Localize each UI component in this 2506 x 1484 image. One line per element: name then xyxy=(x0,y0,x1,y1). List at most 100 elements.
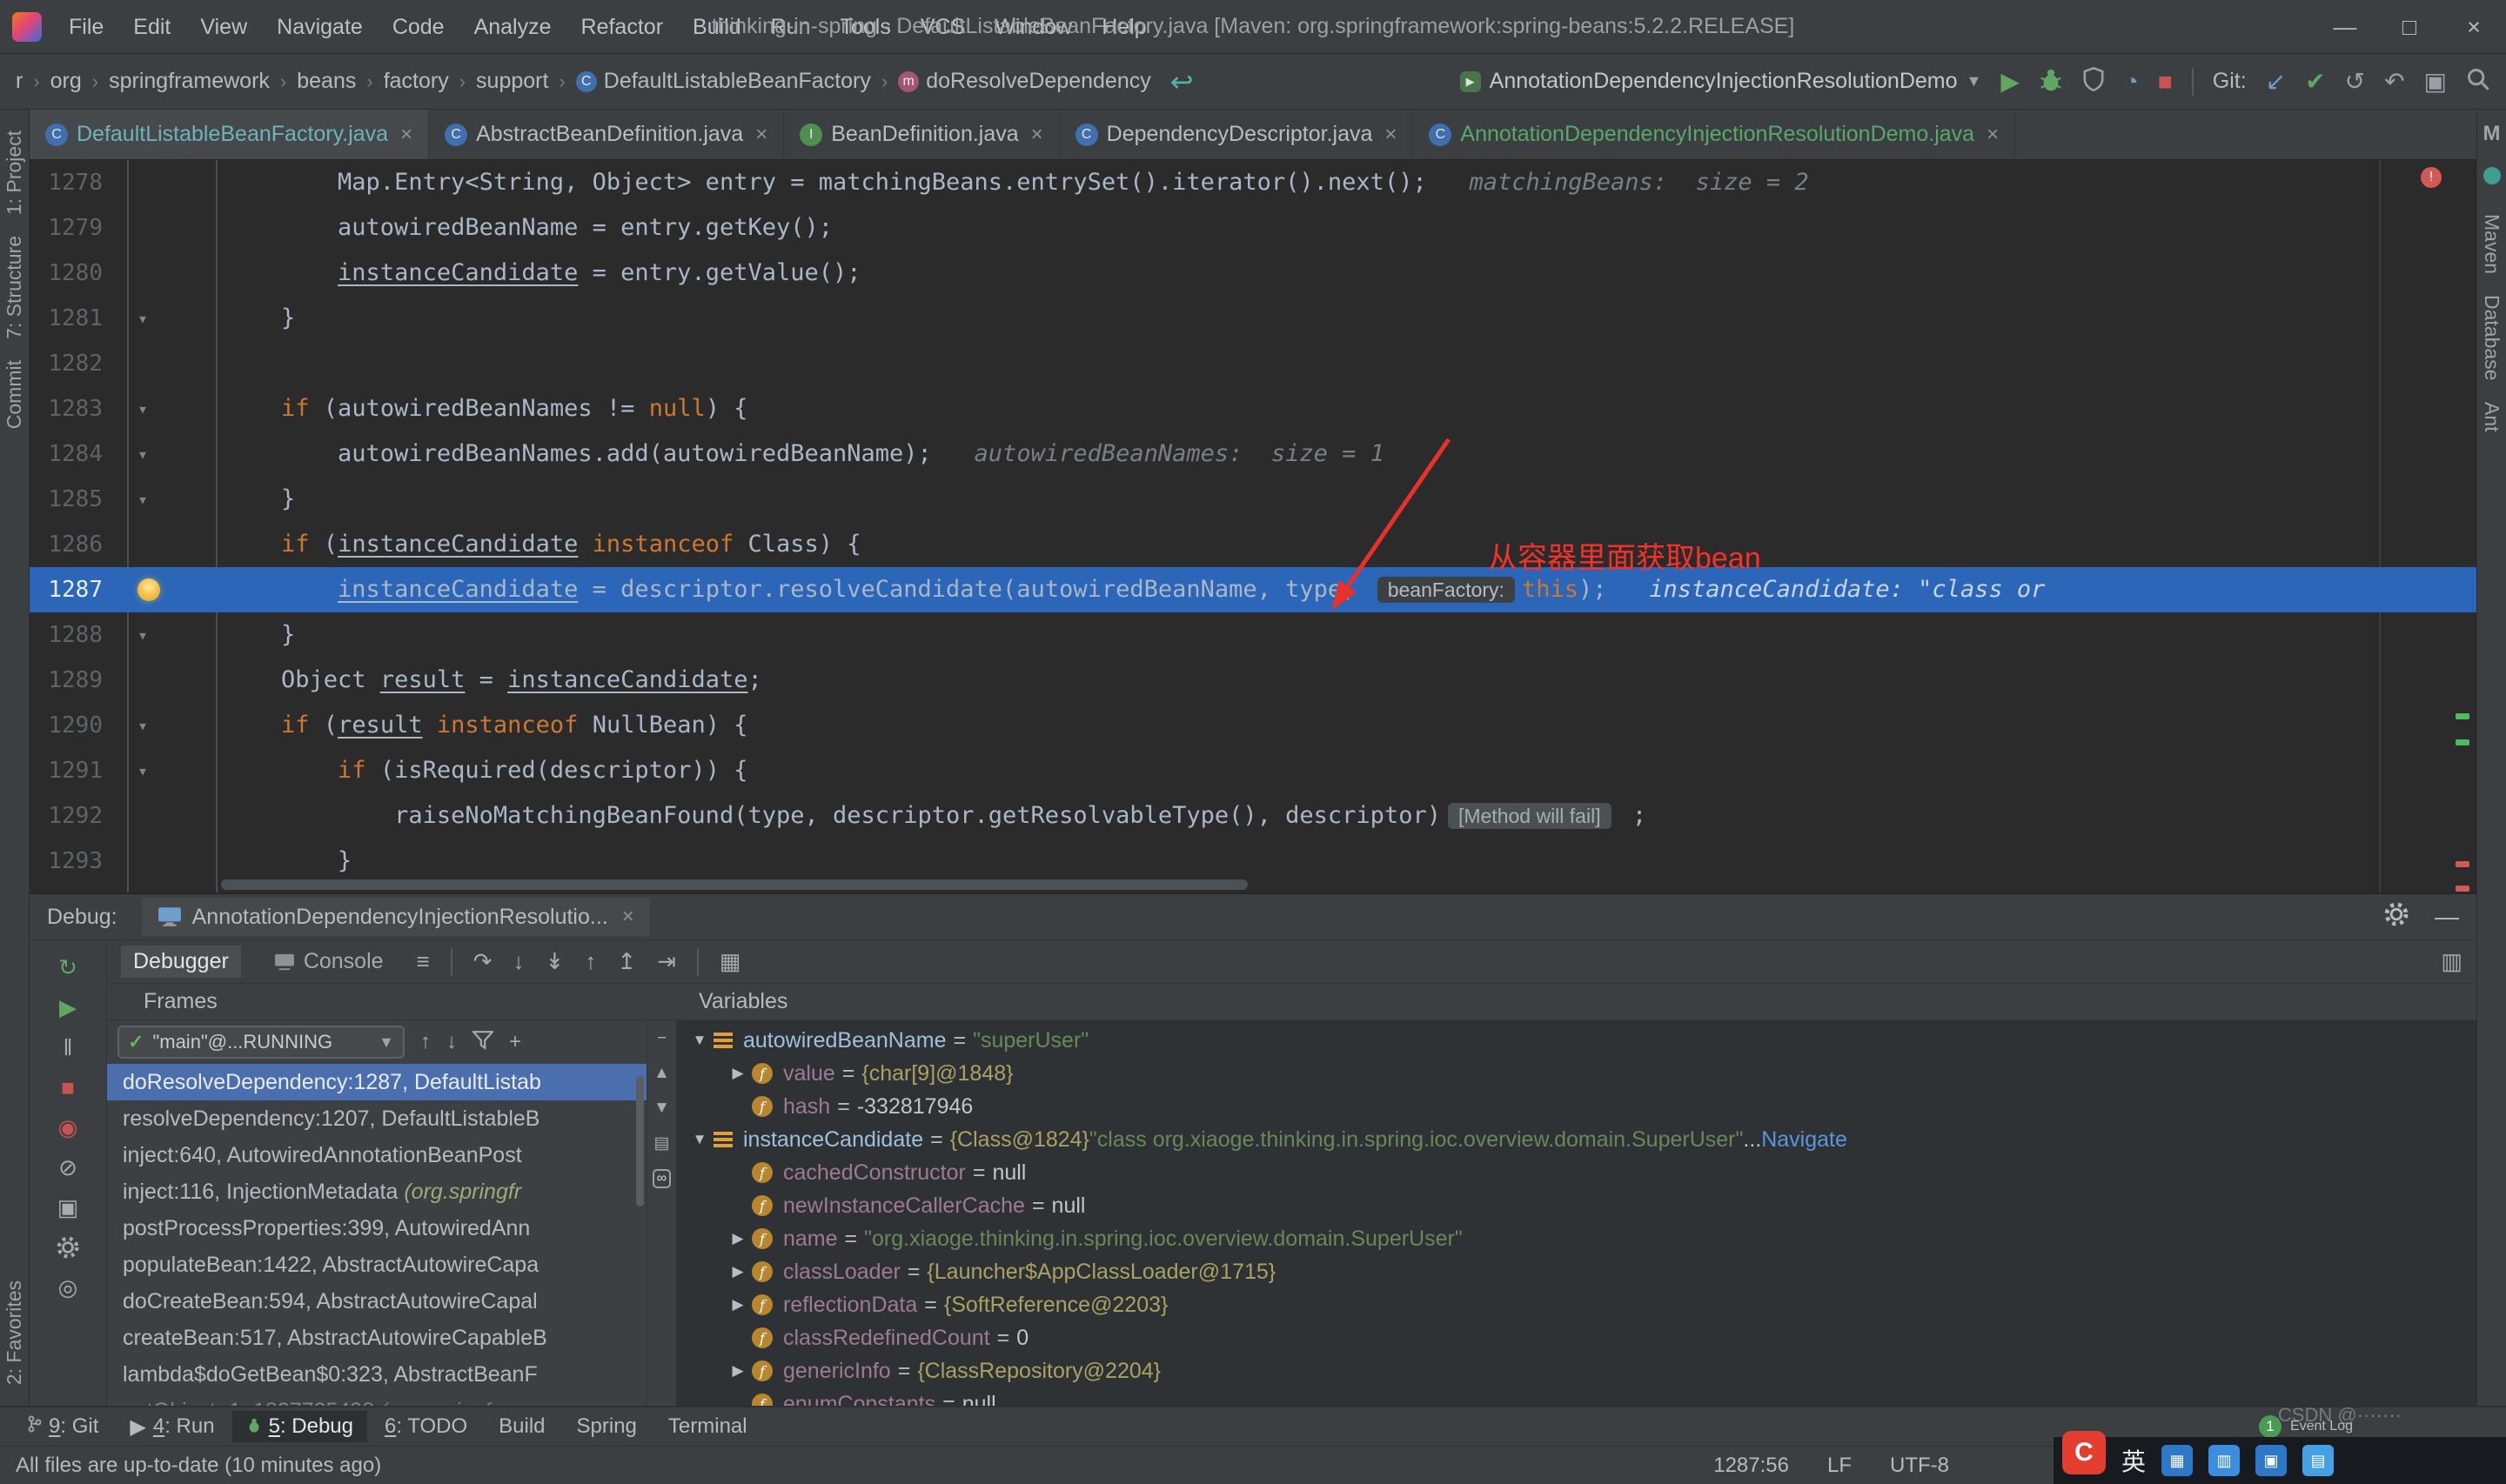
expander-icon[interactable]: ▶ xyxy=(724,1065,752,1082)
line-ending[interactable]: LF xyxy=(1827,1454,1852,1478)
expander-icon[interactable]: ▶ xyxy=(724,1296,752,1314)
code-line-1281[interactable]: 1281 ▾ } xyxy=(30,296,2476,341)
async-stacks-icon[interactable]: ∞ xyxy=(652,1169,672,1188)
code-editor[interactable]: 1278 Map.Entry<String, Object> entry = m… xyxy=(30,160,2476,892)
breadcrumb-item-springframework[interactable]: springframework xyxy=(109,69,270,94)
toolwindow-button-4-run[interactable]: ▶ 4: Run xyxy=(116,1411,228,1443)
expander-icon[interactable]: ▼ xyxy=(686,1131,714,1148)
code-line-1290[interactable]: 1290 ▾ if (result instanceof NullBean) { xyxy=(30,703,2476,748)
variable-row-name[interactable]: ▶ f name = "org.xiaoge.thinking.in.spring.io… xyxy=(677,1222,2476,1255)
menu-refactor[interactable]: Refactor xyxy=(566,0,678,54)
error-indicator-icon[interactable]: ! xyxy=(2421,167,2442,188)
collapse-icon[interactable]: − xyxy=(657,1029,667,1048)
sidebar-item-database[interactable]: Database xyxy=(2480,295,2503,380)
maximize-button[interactable]: □ xyxy=(2377,0,2442,54)
git-history-icon[interactable]: ↺ xyxy=(2345,69,2365,94)
scroll-down-icon[interactable]: ▼ xyxy=(653,1099,670,1118)
layout-menu-icon[interactable]: ≡ xyxy=(417,948,430,975)
restful-tool-icon[interactable] xyxy=(2483,167,2501,184)
toolwindow-button-terminal[interactable]: Terminal xyxy=(654,1411,761,1442)
thread-dump-icon[interactable]: ▣ xyxy=(30,1187,106,1227)
code-line-1284[interactable]: 1284 ▾ autowiredBeanNames.add(autowiredBe… xyxy=(30,431,2476,477)
editor-tab-dependencydescriptor-java[interactable]: C DependencyDescriptor.java × xyxy=(1060,110,1414,159)
code-line-1278[interactable]: 1278 Map.Entry<String, Object> entry = m… xyxy=(30,160,2476,205)
close-icon[interactable]: × xyxy=(755,123,767,147)
toolwindow-button-5-debug[interactable]: 5: Debug xyxy=(231,1411,367,1442)
breadcrumb-item-factory[interactable]: factory xyxy=(384,69,449,94)
stack-frame[interactable]: doResolveDependency:1287, DefaultListab xyxy=(107,1064,647,1100)
minimize-button[interactable]: — xyxy=(2313,0,2377,54)
variable-row-classRedefinedCount[interactable]: f classRedefinedCount = 0 xyxy=(677,1321,2476,1354)
close-icon[interactable]: × xyxy=(1384,123,1397,147)
coverage-button[interactable] xyxy=(2082,66,2105,96)
sidebar-item-2-favorites[interactable]: 2: Favorites xyxy=(3,1280,26,1385)
variable-row-cachedConstructor[interactable]: f cachedConstructor = null xyxy=(677,1156,2476,1189)
git-commit-icon[interactable]: ✔ xyxy=(2305,69,2325,94)
git-rollback-icon[interactable]: ↶ xyxy=(2384,69,2404,94)
code-line-1287[interactable]: 1287 instanceCandidate = descriptor.reso… xyxy=(30,567,2476,612)
stack-frame[interactable]: inject:116, InjectionMetadata (org.sprin… xyxy=(107,1173,647,1210)
editor-tab-beandefinition-java[interactable]: I BeanDefinition.java × xyxy=(784,110,1060,159)
code-line-1288[interactable]: 1288 ▾ } xyxy=(30,612,2476,658)
stop-icon[interactable]: ■ xyxy=(30,1067,106,1107)
resume-icon[interactable]: ▶ xyxy=(30,987,106,1027)
intention-bulb-icon[interactable] xyxy=(137,578,160,601)
code-line-1291[interactable]: 1291 ▾ if (isRequired(descriptor)) { xyxy=(30,748,2476,793)
menu-code[interactable]: Code xyxy=(378,0,459,54)
tab-debugger[interactable]: Debugger xyxy=(121,946,241,978)
close-icon[interactable]: × xyxy=(1987,123,1999,147)
step-out-icon[interactable]: ↑ xyxy=(585,948,596,975)
filter-frames-icon[interactable] xyxy=(471,1030,495,1054)
sidebar-item-ant[interactable]: Ant xyxy=(2480,402,2503,432)
copy-stack-icon[interactable]: ▤ xyxy=(654,1133,670,1153)
add-icon[interactable]: + xyxy=(509,1030,521,1054)
git-update-icon[interactable]: ↙ xyxy=(2266,69,2286,94)
drop-frame-icon[interactable]: ↥ xyxy=(617,948,636,975)
git-shelf-icon[interactable]: ▣ xyxy=(2424,69,2447,94)
menu-view[interactable]: View xyxy=(185,0,262,54)
variable-row-value[interactable]: ▶ f value = {char[9]@1848} xyxy=(677,1057,2476,1090)
toolwindow-button-build[interactable]: Build xyxy=(485,1411,559,1442)
step-into-icon[interactable]: ↓ xyxy=(513,948,525,975)
frames-scrollbar[interactable] xyxy=(636,1076,644,1207)
close-button[interactable]: × xyxy=(2442,0,2506,54)
mute-breakpoints-icon[interactable]: ⊘ xyxy=(30,1147,106,1187)
stack-frame[interactable]: createBean:517, AbstractAutowireCapableB xyxy=(107,1320,647,1356)
encoding[interactable]: UTF-8 xyxy=(1890,1454,1949,1478)
breadcrumb-item-support[interactable]: support xyxy=(476,69,548,94)
tab-console[interactable]: Console xyxy=(262,946,396,978)
caret-position[interactable]: 1287:56 xyxy=(1713,1454,1789,1478)
stack-frame[interactable]: inject:640, AutowiredAnnotationBeanPost xyxy=(107,1137,647,1173)
code-line-1283[interactable]: 1283 ▾ if (autowiredBeanNames != null) { xyxy=(30,386,2476,431)
stack-frame[interactable]: doCreateBean:594, AbstractAutowireCapal xyxy=(107,1283,647,1320)
code-line-1293[interactable]: 1293 } xyxy=(30,839,2476,884)
stop-button[interactable]: ■ xyxy=(2158,69,2173,94)
restore-layout-icon[interactable]: ▥ xyxy=(2441,948,2462,975)
stack-frame[interactable]: populateBean:1422, AbstractAutowireCapa xyxy=(107,1247,647,1283)
step-over-icon[interactable]: ↷ xyxy=(473,948,492,975)
sidebar-item-1-project[interactable]: 1: Project xyxy=(3,130,26,215)
editor-tab-defaultlistablebeanfactory-java[interactable]: C DefaultListableBeanFactory.java × xyxy=(30,110,430,159)
breadcrumb-item-doresolvedependency[interactable]: m doResolveDependency xyxy=(898,69,1151,94)
menu-analyze[interactable]: Analyze xyxy=(459,0,566,54)
toolwindow-button-spring[interactable]: Spring xyxy=(563,1411,651,1442)
expander-icon[interactable]: ▶ xyxy=(724,1263,752,1280)
variable-row-autowiredBeanName[interactable]: ▼ autowiredBeanName = "superUser" xyxy=(677,1024,2476,1057)
code-line-1279[interactable]: 1279 autowiredBeanName = entry.getKey(); xyxy=(30,205,2476,251)
breadcrumb-item-beans[interactable]: beans xyxy=(297,69,356,94)
toolwindow-button-6-todo[interactable]: 6: TODO xyxy=(371,1411,481,1442)
scroll-up-icon[interactable]: ▲ xyxy=(653,1064,670,1083)
code-line-1292[interactable]: 1292 raiseNoMatchingBeanFound(type, desc… xyxy=(30,793,2476,839)
stack-frame[interactable]: lambda$doGetBean$0:323, AbstractBeanF xyxy=(107,1356,647,1393)
variable-row-classLoader[interactable]: ▶ f classLoader = {Launcher$AppClassLoader@1… xyxy=(677,1255,2476,1288)
rerun-icon[interactable]: ↻ xyxy=(30,947,106,987)
code-line-1286[interactable]: 1286 if (instanceCandidate instanceof Cl… xyxy=(30,522,2476,567)
menu-edit[interactable]: Edit xyxy=(118,0,185,54)
pause-icon[interactable]: ‖ xyxy=(30,1027,106,1067)
close-icon[interactable]: × xyxy=(400,123,412,147)
horizontal-scrollbar[interactable] xyxy=(221,879,1248,890)
sidebar-item-commit[interactable]: Commit xyxy=(3,360,26,429)
settings-gear-icon[interactable] xyxy=(30,1227,106,1267)
navigate-back-icon[interactable]: ↩ xyxy=(1170,65,1194,98)
expander-icon[interactable]: ▶ xyxy=(724,1230,752,1247)
